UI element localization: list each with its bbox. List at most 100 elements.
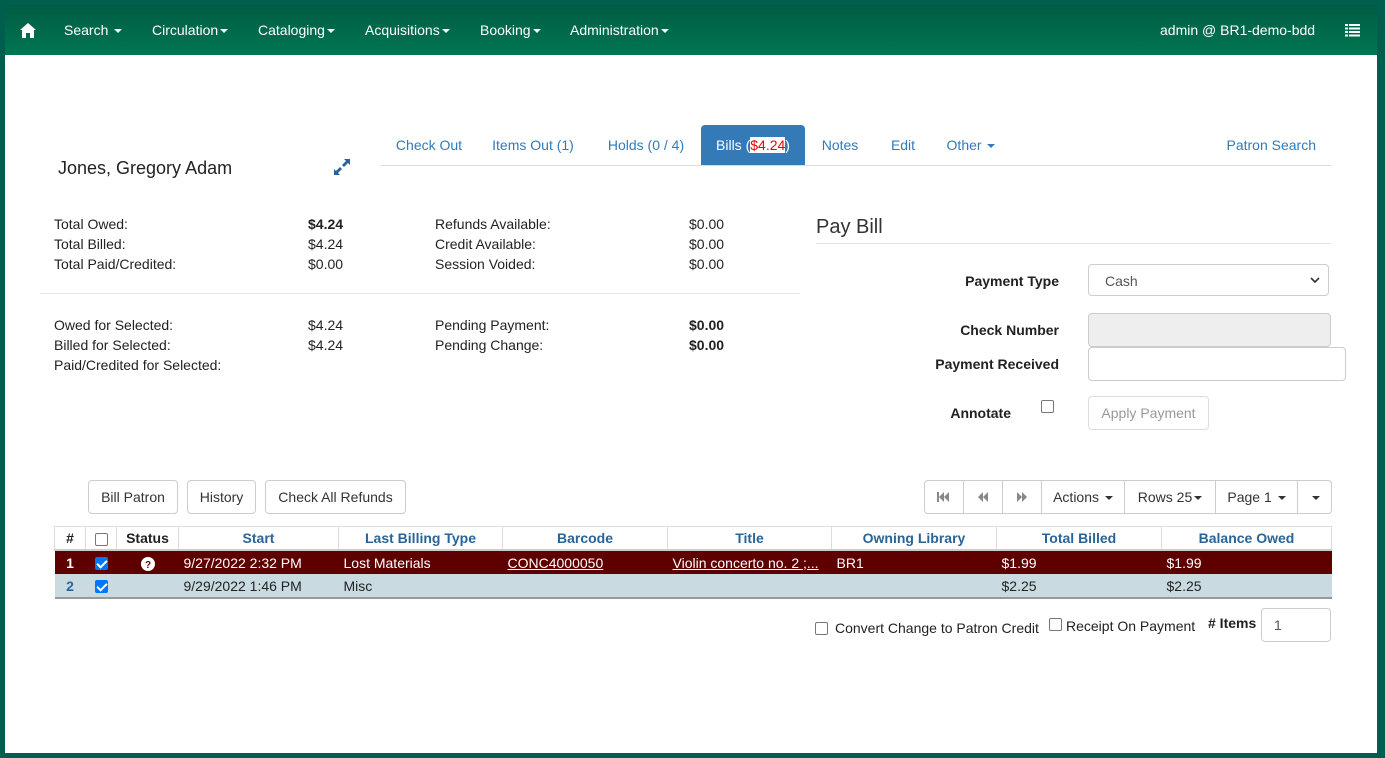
session-voided-label: Session Voided: [435, 256, 536, 272]
paid-selected-label: Paid/Credited for Selected: [54, 357, 222, 373]
col-header-last-billing-type[interactable]: Last Billing Type [338, 526, 503, 551]
svg-text:?: ? [144, 560, 150, 571]
prev-page-button[interactable] [964, 481, 1003, 513]
title-link[interactable]: Violin concerto no. 2 ;... [673, 555, 819, 571]
pay-bill-divider [816, 243, 1331, 244]
bill-patron-button[interactable]: Bill Patron [88, 480, 178, 514]
rows-dropdown[interactable]: Rows 25 [1125, 481, 1216, 513]
tab-edit[interactable]: Edit [886, 125, 920, 165]
expand-icon[interactable] [332, 157, 352, 177]
nav-booking[interactable]: Booking [480, 22, 541, 38]
user-workstation-menu[interactable]: admin @ BR1-demo-bdd [1160, 22, 1315, 38]
col-header-select-all [85, 526, 117, 551]
row-balance-owed: $2.25 [1166, 577, 1202, 594]
total-owed-value: $4.24 [308, 216, 344, 232]
items-count-input[interactable]: 1 [1261, 608, 1331, 642]
question-circle-icon: ? [140, 556, 155, 571]
page-dropdown[interactable]: Page 1 [1216, 481, 1298, 513]
row-library: BR1 [836, 554, 864, 571]
nav-circulation[interactable]: Circulation [152, 22, 229, 38]
next-page-icon [1017, 492, 1027, 502]
row-checkbox[interactable] [94, 557, 108, 571]
check-number-input[interactable] [1088, 313, 1331, 347]
caret-down-icon [220, 29, 229, 34]
caret-down-icon [441, 29, 450, 34]
nav-acquisitions[interactable]: Acquisitions [365, 22, 450, 38]
row-checkbox[interactable] [94, 580, 108, 594]
barcode-link[interactable]: CONC4000050 [508, 555, 604, 571]
caret-down-icon [1104, 496, 1113, 501]
row-barcode [503, 574, 668, 598]
payment-type-label: Payment Type [965, 273, 1059, 289]
first-page-icon [937, 492, 949, 502]
bills-grid: # Status Start Last Billing Type Barcode… [54, 526, 1332, 599]
patron-search-link[interactable]: Patron Search [1227, 125, 1317, 165]
table-row[interactable]: 2 9/29/2022 1:46 PM Misc $2.25 $2.25 [54, 574, 1332, 598]
summary-divider [40, 293, 800, 294]
row-billing-type: Misc [343, 577, 373, 594]
tab-bills[interactable]: Bills ($4.24) [701, 125, 805, 165]
pay-bill-title: Pay Bill [816, 216, 883, 238]
top-navbar: Search Circulation Cataloging Acquisitio… [5, 5, 1377, 55]
billed-selected-value: $4.24 [308, 337, 344, 353]
convert-change-label: Convert Change to Patron Credit [835, 620, 1039, 636]
nav-search[interactable]: Search [64, 22, 123, 38]
patron-name: Jones, Gregory Adam [58, 158, 233, 178]
row-select-cell [86, 550, 117, 574]
tab-holds[interactable]: Holds (0 / 4) [600, 125, 692, 165]
col-header-status[interactable]: Status [116, 526, 179, 551]
grid-toolbar: Actions Rows 25 Page 1 [924, 480, 1332, 514]
col-header-total-billed[interactable]: Total Billed [996, 526, 1162, 551]
session-voided-value: $0.00 [689, 256, 725, 272]
col-header-barcode[interactable]: Barcode [502, 526, 668, 551]
total-billed-value: $4.24 [308, 236, 344, 252]
list-icon[interactable] [1345, 24, 1360, 37]
nav-cataloging[interactable]: Cataloging [258, 22, 335, 38]
tab-other[interactable]: Other [943, 125, 999, 165]
caret-down-icon [1277, 496, 1286, 501]
payment-type-value: Cash [1105, 273, 1138, 289]
actions-dropdown[interactable]: Actions [1042, 481, 1125, 513]
col-header-start[interactable]: Start [178, 526, 339, 551]
tab-items-out[interactable]: Items Out (1) [485, 125, 581, 165]
nav-administration[interactable]: Administration [570, 22, 669, 38]
first-page-button[interactable] [925, 481, 964, 513]
check-number-label: Check Number [960, 322, 1059, 338]
history-button[interactable]: History [187, 480, 256, 514]
caret-down-icon [987, 144, 996, 149]
payment-type-select[interactable]: Cash [1088, 264, 1329, 296]
items-count-label: # Items [1208, 615, 1257, 631]
payment-received-input[interactable] [1088, 347, 1346, 381]
caret-down-icon [1311, 496, 1320, 501]
tab-check-out[interactable]: Check Out [381, 125, 477, 165]
check-all-refunds-button[interactable]: Check All Refunds [265, 480, 406, 514]
row-library [832, 574, 997, 598]
bills-amount: $4.24 [750, 137, 786, 153]
table-row[interactable]: 1 ? 9/27/2022 2:32 PM Lost Materials CON… [54, 550, 1332, 574]
row-title: Violin concerto no. 2 ;... [668, 550, 832, 574]
col-header-balance-owed[interactable]: Balance Owed [1161, 526, 1332, 551]
col-header-number: # [54, 526, 86, 551]
chevron-down-icon [1310, 277, 1320, 284]
annotate-checkbox[interactable] [1041, 400, 1054, 413]
col-header-title[interactable]: Title [667, 526, 832, 551]
convert-change-checkbox[interactable] [815, 622, 828, 635]
next-page-button[interactable] [1003, 481, 1042, 513]
row-total-billed: $2.25 [1001, 577, 1037, 594]
home-icon[interactable] [20, 23, 36, 38]
total-paid-value: $0.00 [308, 256, 344, 272]
row-number: 1 [66, 554, 74, 571]
pending-payment-value: $0.00 [689, 317, 725, 333]
owed-selected-label: Owed for Selected: [54, 317, 174, 333]
receipt-on-payment-checkbox[interactable] [1049, 618, 1062, 631]
annotate-label: Annotate [950, 405, 1011, 421]
caret-down-icon [660, 29, 669, 34]
select-all-checkbox[interactable] [94, 532, 108, 546]
apply-payment-button[interactable]: Apply Payment [1088, 396, 1209, 430]
owed-selected-value: $4.24 [308, 317, 344, 333]
col-header-owning-library[interactable]: Owning Library [831, 526, 997, 551]
pending-payment-label: Pending Payment: [435, 317, 550, 333]
column-options-dropdown[interactable] [1298, 481, 1331, 513]
caret-down-icon [114, 29, 123, 34]
tab-notes[interactable]: Notes [817, 125, 863, 165]
